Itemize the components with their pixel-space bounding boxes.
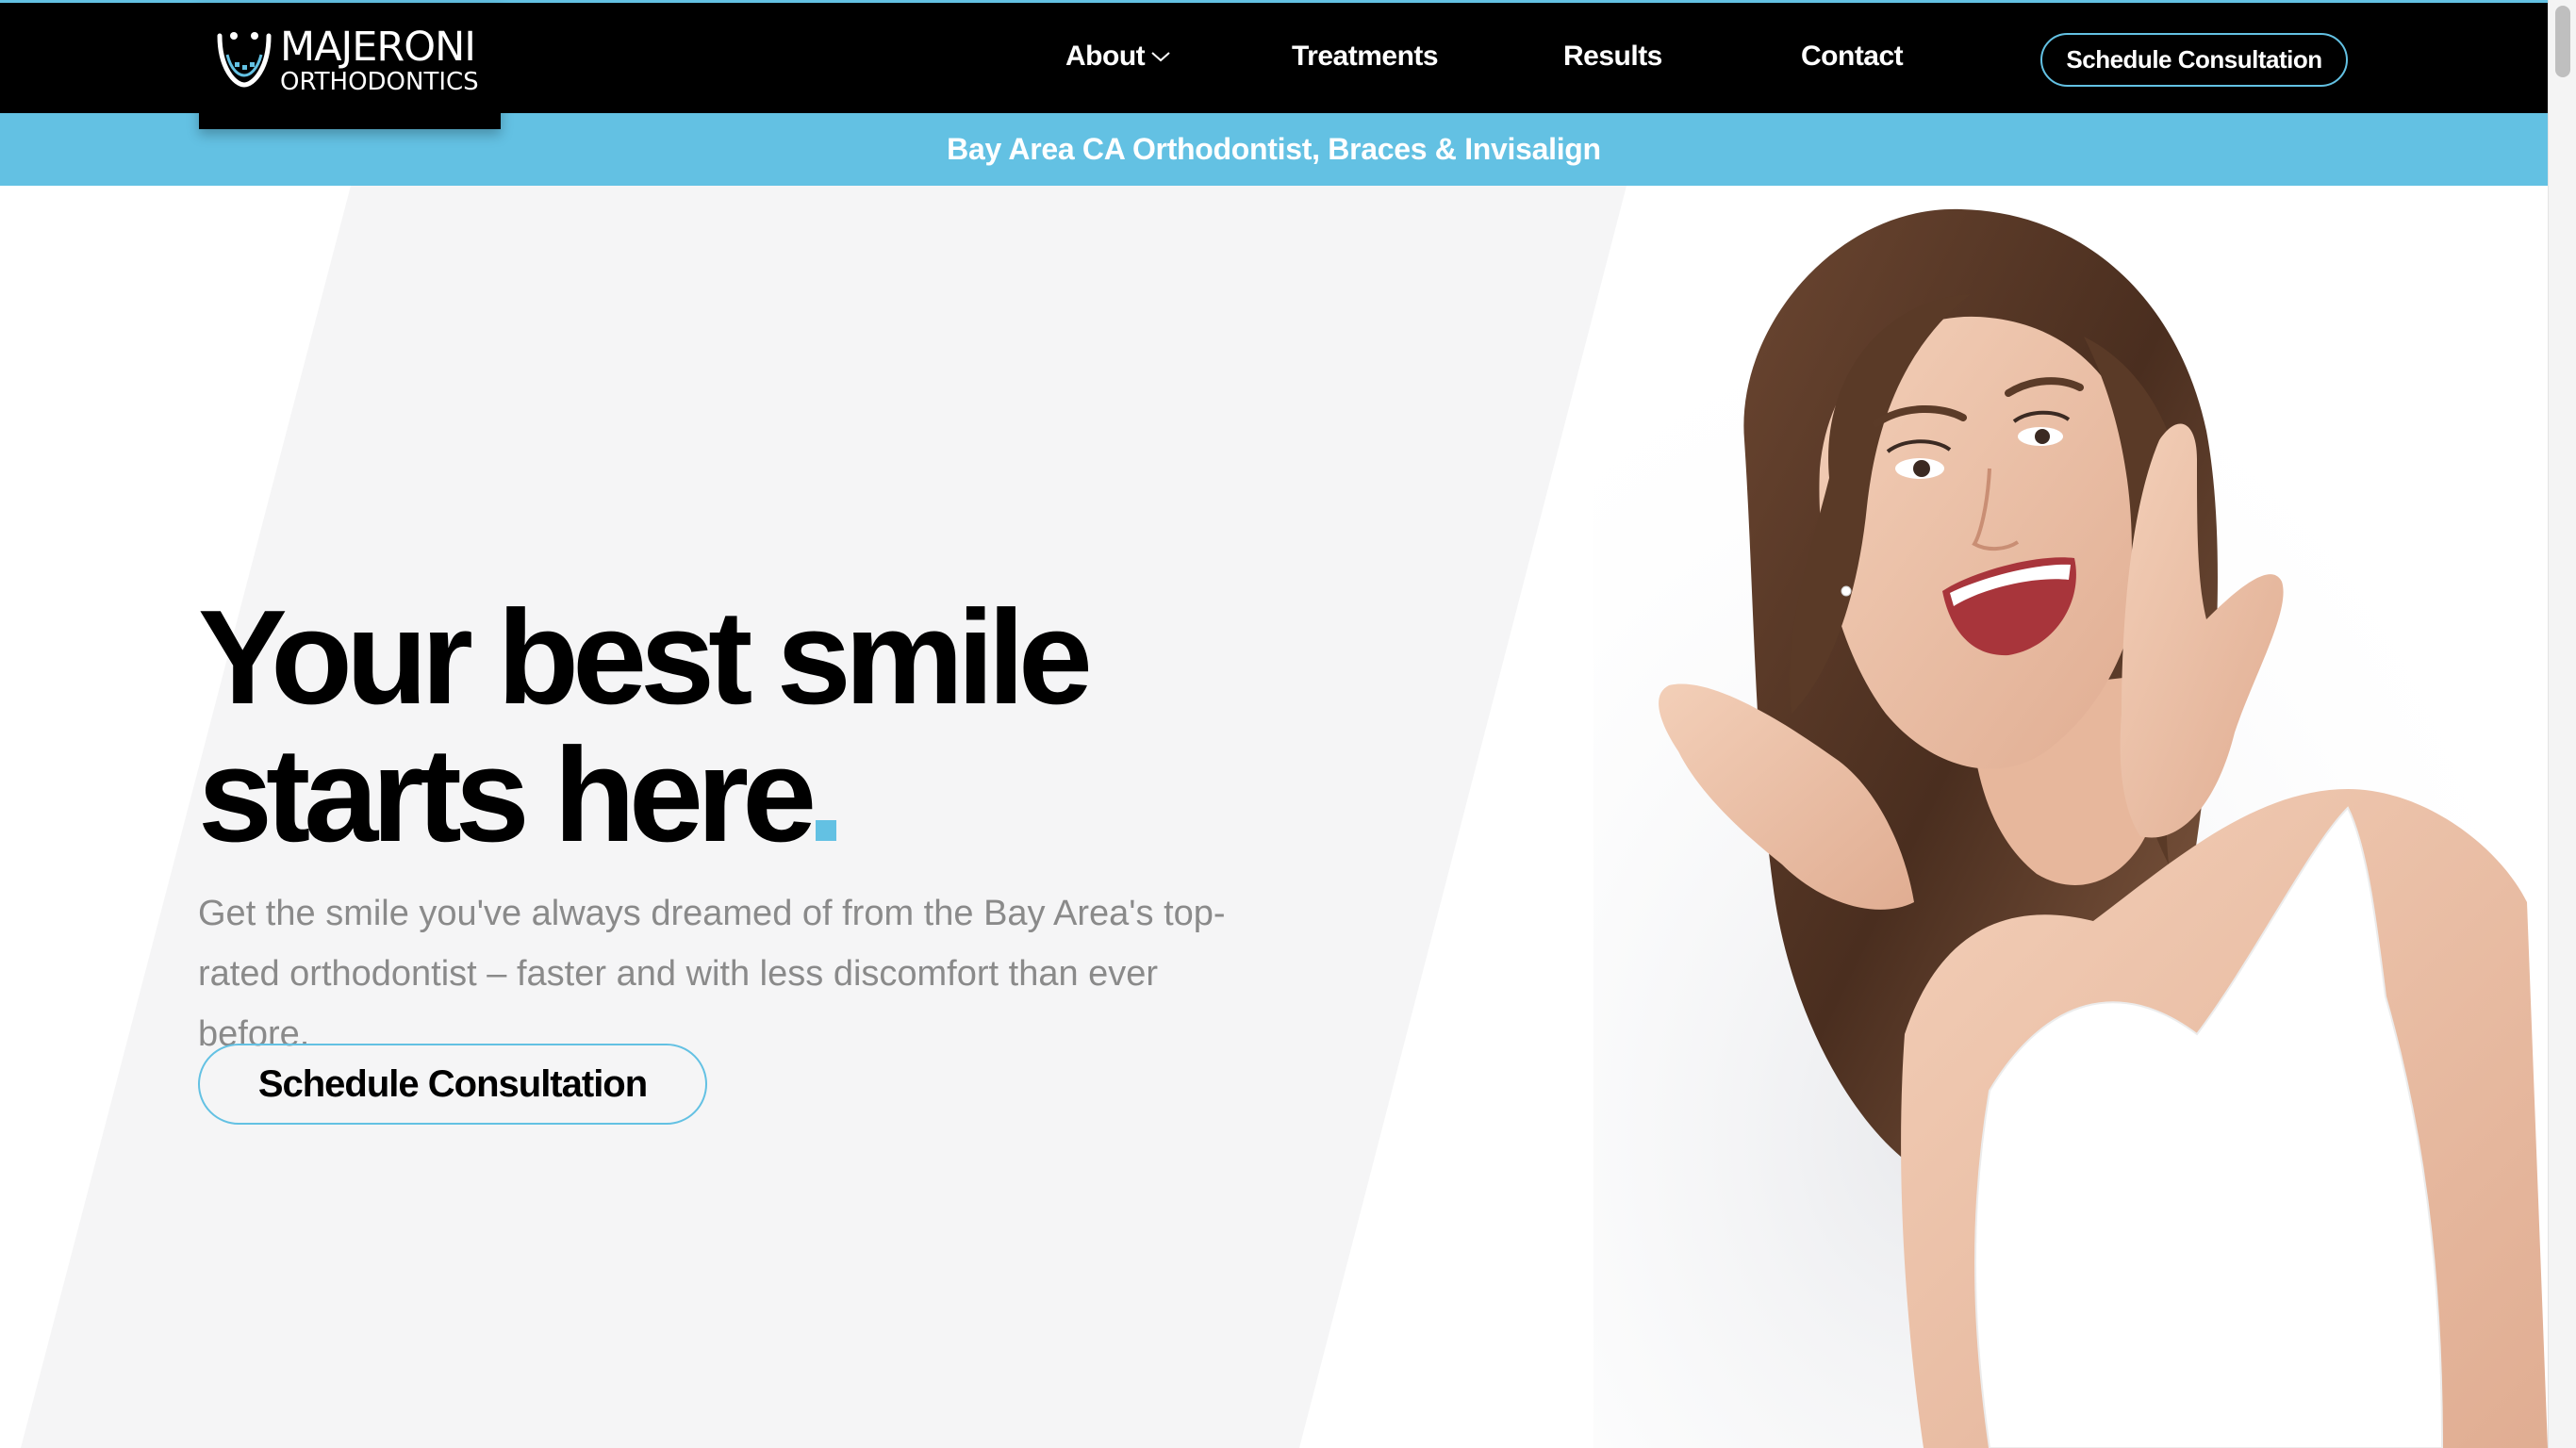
brand-wordmark: MAJERONI ORTHODONTICS bbox=[280, 24, 479, 96]
scrollbar-thumb[interactable] bbox=[2555, 6, 2570, 77]
nav-item-contact[interactable]: Contact bbox=[1801, 41, 1904, 73]
nav-item-treatments[interactable]: Treatments bbox=[1292, 41, 1439, 73]
hero-subtext: Get the smile you've always dreamed of f… bbox=[198, 894, 1226, 1054]
brand-logo[interactable]: MAJERONI ORTHODONTICS bbox=[216, 27, 479, 94]
top-navigation-bar: MAJERONI ORTHODONTICS About Treatments R… bbox=[0, 0, 2548, 129]
chevron-down-icon bbox=[1150, 50, 1171, 63]
nav-item-about[interactable]: About bbox=[1065, 41, 1171, 73]
brand-subname: ORTHODONTICS bbox=[280, 68, 479, 96]
smile-braces-icon bbox=[216, 30, 272, 92]
hero-section: Your best smile starts here Get the smil… bbox=[0, 186, 2548, 1448]
hero-headline: Your best smile starts here bbox=[198, 589, 1235, 864]
headline-line-2: starts here bbox=[198, 727, 1235, 864]
nav-item-results[interactable]: Results bbox=[1563, 41, 1662, 73]
page-scrollbar[interactable] bbox=[2548, 0, 2576, 1448]
headline-line-1: Your best smile bbox=[198, 583, 1093, 732]
headline-line-2-text: starts here bbox=[198, 720, 817, 870]
smiling-woman-photo bbox=[1593, 186, 2548, 1448]
schedule-consultation-hero-button[interactable]: Schedule Consultation bbox=[198, 1044, 707, 1125]
schedule-consultation-nav-button[interactable]: Schedule Consultation bbox=[2040, 33, 2348, 87]
logo-tab: MAJERONI ORTHODONTICS bbox=[199, 3, 501, 129]
accent-period bbox=[816, 820, 837, 841]
nav-item-label: About bbox=[1065, 41, 1146, 72]
tagline-text: Bay Area CA Orthodontist, Braces & Invis… bbox=[947, 132, 1601, 166]
brand-name: MAJERONI bbox=[280, 24, 476, 71]
